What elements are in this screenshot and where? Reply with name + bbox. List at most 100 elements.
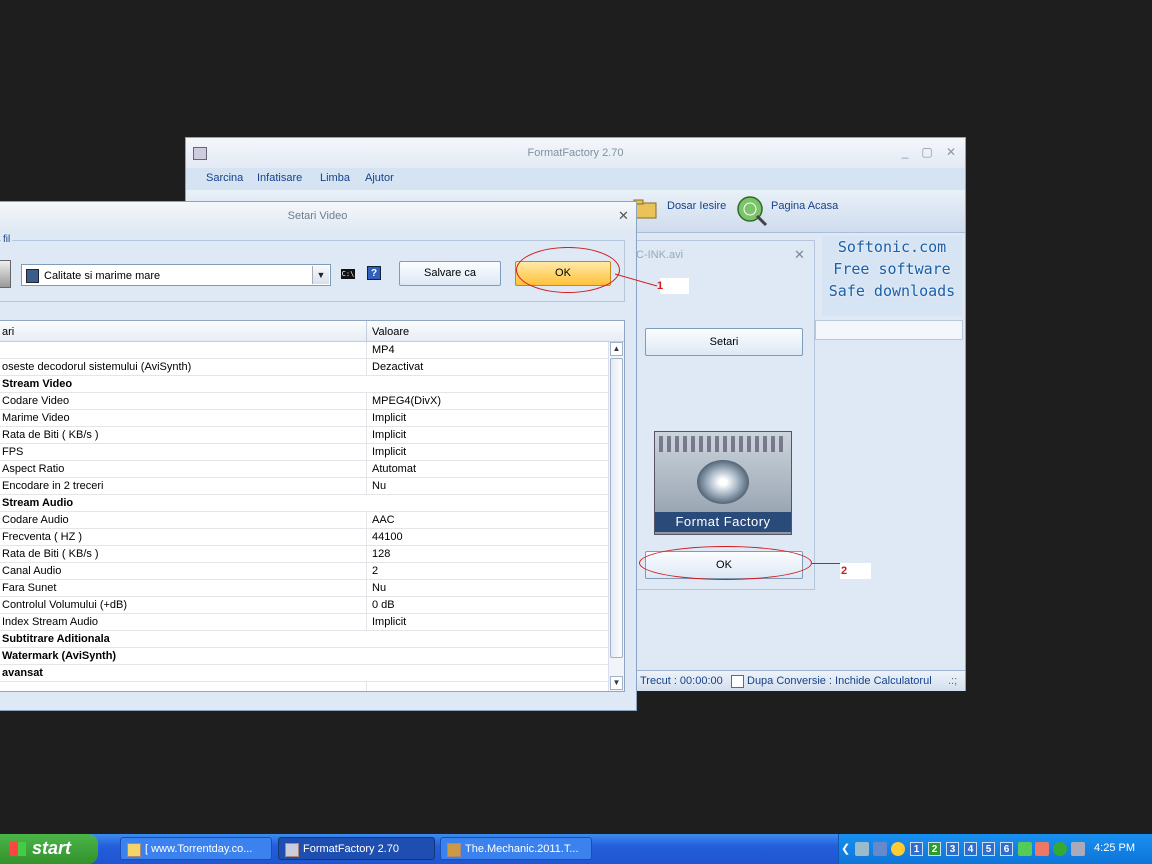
desktop-5[interactable]: 5 [982, 842, 995, 856]
table-row[interactable]: Controlul Volumului (+dB) 0 dB [0, 597, 608, 614]
main-title-bar[interactable]: FormatFactory 2.70 _ ▢ ✕ [186, 138, 965, 168]
home-page-label[interactable]: Pagina Acasa [771, 200, 838, 212]
close-icon[interactable]: ✕ [794, 247, 805, 263]
table-row[interactable]: Rata de Biti ( KB/s ) Implicit [0, 427, 608, 444]
table-row[interactable]: Encodare in 2 treceri Nu [0, 478, 608, 495]
video-icon [447, 843, 461, 857]
start-button[interactable]: start [0, 834, 98, 864]
scroll-up-icon[interactable]: ▲ [610, 342, 623, 356]
setting-value[interactable]: 0 dB [372, 599, 395, 611]
after-conversion-checkbox[interactable] [731, 675, 744, 688]
column-header-value[interactable]: Valoare [372, 326, 409, 338]
utorrent-icon[interactable] [1053, 842, 1067, 856]
setting-name: FPS [2, 446, 24, 458]
close-icon[interactable]: ✕ [618, 208, 629, 224]
chevron-left-icon[interactable]: ❮ [841, 842, 855, 856]
desktop-3[interactable]: 3 [946, 842, 959, 856]
setting-value[interactable]: Nu [372, 480, 386, 492]
setting-name: Marime Video [2, 412, 70, 424]
chevron-down-icon[interactable]: ▼ [312, 266, 329, 284]
table-row[interactable]: Marime Video Implicit [0, 410, 608, 427]
ad-line: Softonic.com [837, 238, 947, 256]
menu-limba[interactable]: Limba [320, 172, 350, 184]
settings-table: ari Valoare MP4 oseste decodorul sistemul… [0, 320, 625, 692]
table-row[interactable]: Frecventa ( HZ ) 44100 [0, 529, 608, 546]
section-row[interactable]: Watermark (AviSynth) [0, 648, 608, 665]
softonic-ad[interactable]: Softonic.com Free software Safe download… [822, 236, 962, 316]
setting-value[interactable]: Implicit [372, 616, 406, 628]
settings-button[interactable]: Setari [645, 328, 803, 356]
scroll-down-icon[interactable]: ▼ [610, 676, 623, 690]
section-row[interactable]: Stream Video [0, 376, 608, 393]
minimize-icon[interactable]: _ [898, 145, 912, 159]
setting-value[interactable]: 2 [372, 565, 378, 577]
menu-infatisare[interactable]: Infatisare [257, 172, 302, 184]
setting-value[interactable]: Implicit [372, 429, 406, 441]
format-factory-logo: Format Factory [654, 431, 792, 535]
table-row[interactable]: Aspect Ratio Atutomat [0, 461, 608, 478]
setting-name: Stream Audio [2, 497, 74, 509]
video-settings-dialog: Setari Video ✕ fil Calitate si marime ma… [0, 201, 637, 711]
output-folder-label[interactable]: Dosar Iesire [667, 200, 726, 212]
taskbar-item-mechanic[interactable]: The.Mechanic.2011.T... [440, 837, 592, 860]
close-icon[interactable]: ✕ [944, 145, 958, 159]
desktop-4[interactable]: 4 [964, 842, 977, 856]
setting-value[interactable]: Atutomat [372, 463, 416, 475]
settings-title-bar[interactable]: Setari Video ✕ [0, 202, 636, 230]
logo-label: Format Factory [655, 512, 791, 532]
table-row[interactable]: Index Stream Audio Implicit [0, 614, 608, 631]
setting-value[interactable]: Implicit [372, 412, 406, 424]
setting-value[interactable]: MP4 [372, 344, 395, 356]
table-row[interactable] [0, 682, 608, 691]
menu-bar: Sarcina Infatisare Limba Ajutor [186, 168, 965, 190]
camera-icon [0, 260, 11, 288]
tray-app-icon[interactable] [873, 842, 887, 856]
setting-value[interactable]: Implicit [372, 446, 406, 458]
desktop-2[interactable]: 2 [928, 842, 941, 856]
table-row[interactable]: Codare Audio AAC [0, 512, 608, 529]
taskbar-item-torrentday[interactable]: [ www.Torrentday.co... [120, 837, 272, 860]
resize-grip-icon[interactable]: .:; [948, 675, 957, 687]
command-line-icon[interactable]: C:\ [341, 269, 355, 279]
shield-icon[interactable] [1018, 842, 1032, 856]
section-row[interactable]: Subtitrare Aditionala [0, 631, 608, 648]
disc-icon [697, 460, 749, 504]
tray-app-icon[interactable] [1071, 842, 1085, 856]
format-icons-strip [659, 436, 787, 452]
desktop-6[interactable]: 6 [1000, 842, 1013, 856]
maximize-icon[interactable]: ▢ [920, 145, 934, 159]
table-row[interactable]: oseste decodorul sistemului (AviSynth) De… [0, 359, 608, 376]
scrollbar-thumb[interactable] [610, 358, 623, 658]
table-row[interactable]: MP4 [0, 342, 608, 359]
save-as-button[interactable]: Salvare ca [399, 261, 501, 286]
home-page-button[interactable] [735, 194, 769, 228]
volume-icon[interactable] [1035, 842, 1049, 856]
setting-value[interactable]: MPEG4(DivX) [372, 395, 441, 407]
table-row[interactable]: Canal Audio 2 [0, 563, 608, 580]
table-row[interactable]: Rata de Biti ( KB/s ) 128 [0, 546, 608, 563]
setting-value[interactable]: Dezactivat [372, 361, 423, 373]
section-row[interactable]: avansat [0, 665, 608, 682]
smiley-icon[interactable] [891, 842, 905, 856]
profile-value: Calitate si marime mare [44, 270, 161, 282]
globe-icon [737, 196, 768, 227]
task-list[interactable] [815, 340, 963, 670]
section-row[interactable]: Stream Audio [0, 495, 608, 512]
column-header-name[interactable]: ari [2, 326, 14, 338]
tray-app-icon[interactable] [855, 842, 869, 856]
annotation-circle-2 [639, 546, 812, 580]
table-row[interactable]: Codare Video MPEG4(DivX) [0, 393, 608, 410]
profile-select[interactable]: Calitate si marime mare ▼ [21, 264, 331, 286]
setting-value[interactable]: AAC [372, 514, 395, 526]
menu-sarcina[interactable]: Sarcina [206, 172, 243, 184]
taskbar-item-formatfactory[interactable]: FormatFactory 2.70 [278, 837, 435, 860]
menu-ajutor[interactable]: Ajutor [365, 172, 394, 184]
help-icon[interactable]: ? [367, 266, 381, 280]
setting-value[interactable]: 44100 [372, 531, 403, 543]
desktop-1[interactable]: 1 [910, 842, 923, 856]
table-row[interactable]: FPS Implicit [0, 444, 608, 461]
table-row[interactable]: Fara Sunet Nu [0, 580, 608, 597]
setting-value[interactable]: 128 [372, 548, 390, 560]
setting-value[interactable]: Nu [372, 582, 386, 594]
vertical-scrollbar[interactable]: ▲ ▼ [608, 342, 624, 691]
